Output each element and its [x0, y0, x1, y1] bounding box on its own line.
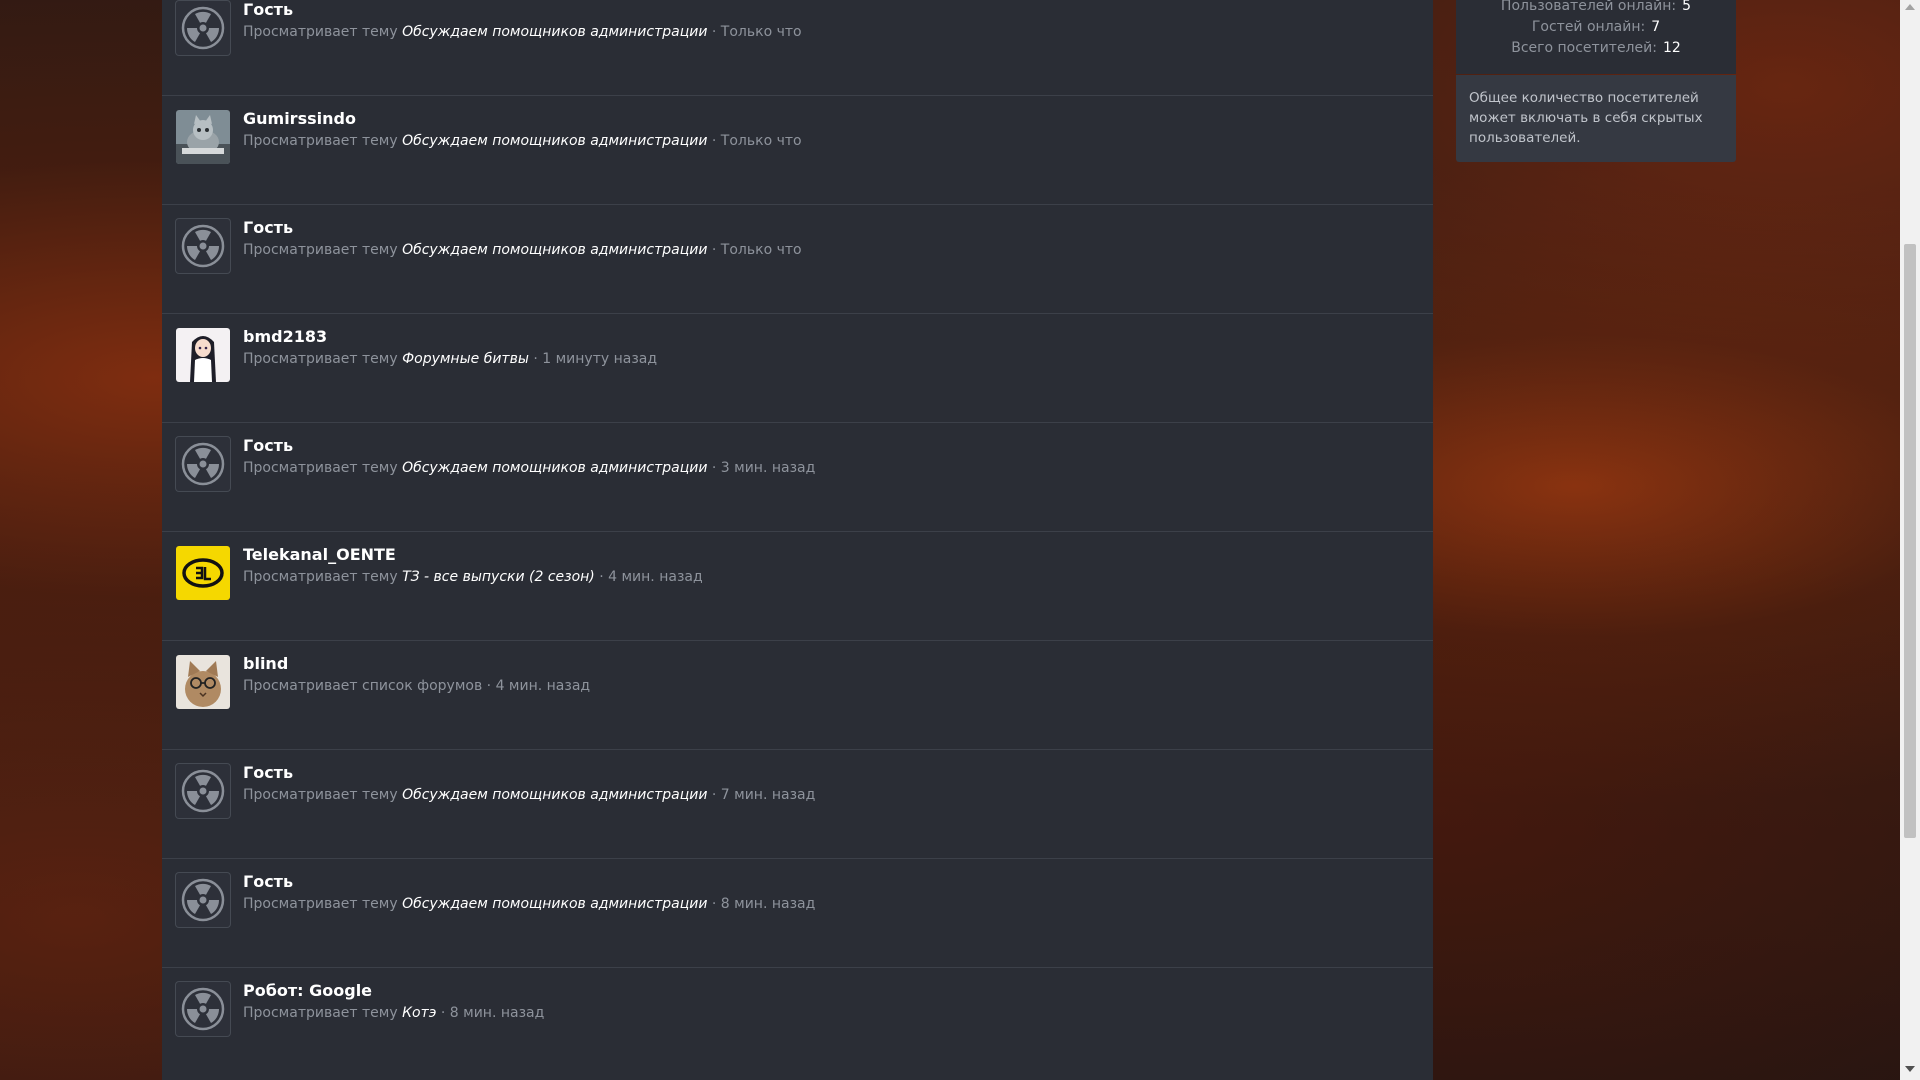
- online-users-list: Гость Просматривает тему Обсуждаем помощ…: [162, 0, 1433, 1080]
- list-item: Гость Просматривает тему Обсуждаем помощ…: [162, 750, 1433, 859]
- username-link[interactable]: Робот: Google: [243, 981, 372, 1000]
- scroll-up-icon[interactable]: [1905, 4, 1915, 10]
- radiation-icon[interactable]: [176, 873, 230, 927]
- topic-link[interactable]: Котэ: [402, 1005, 436, 1021]
- topic-link[interactable]: Обсуждаем помощников администрации: [402, 460, 707, 476]
- timestamp: · 8 мин. назад: [711, 896, 816, 912]
- guests-online-stat: Гостей онлайн: 7: [1531, 19, 1661, 35]
- radiation-icon[interactable]: [176, 764, 230, 818]
- topic-link[interactable]: Обсуждаем помощников администрации: [402, 787, 707, 803]
- visitors-note: Общее количество посетителей может включ…: [1456, 75, 1736, 162]
- visitors-note-text: Общее количество посетителей может включ…: [1469, 90, 1703, 146]
- members-online-stat: Пользователей онлайн: 5: [1500, 0, 1692, 14]
- user-avatar[interactable]: [176, 328, 230, 382]
- timestamp: · Только что: [711, 242, 802, 258]
- page-scrollbar[interactable]: [1900, 0, 1920, 1080]
- username-link[interactable]: blind: [243, 654, 288, 673]
- radiation-icon[interactable]: [176, 982, 230, 1036]
- timestamp: · Только что: [711, 133, 802, 149]
- timestamp: · Только что: [711, 24, 802, 40]
- timestamp: · 4 мин. назад: [599, 569, 703, 585]
- list-item: Гость Просматривает тему Обсуждаем помощ…: [162, 423, 1433, 532]
- topic-link[interactable]: Обсуждаем помощников администрации: [402, 896, 707, 912]
- activity-text: Просматривает тему Котэ · 8 мин. назад: [243, 1005, 545, 1021]
- topic-link[interactable]: Обсуждаем помощников администрации: [402, 24, 707, 40]
- username-link[interactable]: Гость: [243, 218, 293, 237]
- activity-text: Просматривает список форумов · 4 мин. на…: [243, 678, 591, 694]
- timestamp: · 4 мин. назад: [486, 678, 591, 694]
- username-link[interactable]: Gumirssindo: [243, 109, 356, 128]
- radiation-icon[interactable]: [176, 219, 230, 273]
- timestamp: · 3 мин. назад: [711, 460, 816, 476]
- radiation-icon[interactable]: [176, 437, 230, 491]
- topic-link[interactable]: Обсуждаем помощников администрации: [402, 133, 707, 149]
- activity-text: Просматривает тему Форумные битвы · 1 ми…: [243, 351, 658, 367]
- topic-link[interactable]: Обсуждаем помощников администрации: [402, 242, 707, 258]
- radiation-icon[interactable]: [176, 1, 230, 55]
- activity-text: Просматривает тему Обсуждаем помощников …: [243, 133, 802, 149]
- list-item: Гость Просматривает тему Обсуждаем помощ…: [162, 0, 1433, 96]
- username-link[interactable]: bmd2183: [243, 327, 327, 346]
- activity-text: Просматривает тему Обсуждаем помощников …: [243, 242, 802, 258]
- timestamp: · 7 мин. назад: [711, 787, 816, 803]
- scrollbar-thumb[interactable]: [1904, 244, 1916, 838]
- activity-text: Просматривает тему Обсуждаем помощников …: [243, 896, 816, 912]
- activity-text: Просматривает тему Обсуждаем помощников …: [243, 24, 802, 40]
- topic-link[interactable]: Форумные битвы: [402, 351, 529, 367]
- list-item: bmd2183 Просматривает тему Форумные битв…: [162, 314, 1433, 423]
- activity-text: Просматривает тему Обсуждаем помощников …: [243, 460, 816, 476]
- total-visitors-stat: Всего посетителей: 12: [1511, 40, 1681, 56]
- activity-text: Просматривает тему ТЗ - все выпуски (2 с…: [243, 569, 703, 585]
- list-item: Gumirssindo Просматривает тему Обсуждаем…: [162, 96, 1433, 205]
- list-item: Робот: Google Просматривает тему Котэ · …: [162, 968, 1433, 1080]
- topic-link[interactable]: ТЗ - все выпуски (2 сезон): [402, 569, 595, 585]
- username-link[interactable]: Гость: [243, 436, 293, 455]
- timestamp: · 1 минуту назад: [533, 351, 658, 367]
- user-avatar[interactable]: [176, 546, 230, 600]
- activity-text: Просматривает тему Обсуждаем помощников …: [243, 787, 816, 803]
- list-item: Гость Просматривает тему Обсуждаем помощ…: [162, 205, 1433, 314]
- username-link[interactable]: Telekanal_OENTE: [243, 545, 396, 564]
- user-avatar[interactable]: [176, 110, 230, 164]
- username-link[interactable]: Гость: [243, 0, 293, 19]
- list-item: blind Просматривает список форумов · 4 м…: [162, 641, 1433, 750]
- timestamp: · 8 мин. назад: [440, 1005, 545, 1021]
- scroll-down-icon[interactable]: [1905, 1066, 1915, 1072]
- list-item: Telekanal_OENTE Просматривает тему ТЗ - …: [162, 532, 1433, 641]
- user-avatar[interactable]: [176, 655, 230, 709]
- username-link[interactable]: Гость: [243, 763, 293, 782]
- list-item: Гость Просматривает тему Обсуждаем помощ…: [162, 859, 1433, 968]
- username-link[interactable]: Гость: [243, 872, 293, 891]
- online-stats-panel: Пользователей онлайн: 5 Гостей онлайн: 7 В…: [1456, 0, 1736, 74]
